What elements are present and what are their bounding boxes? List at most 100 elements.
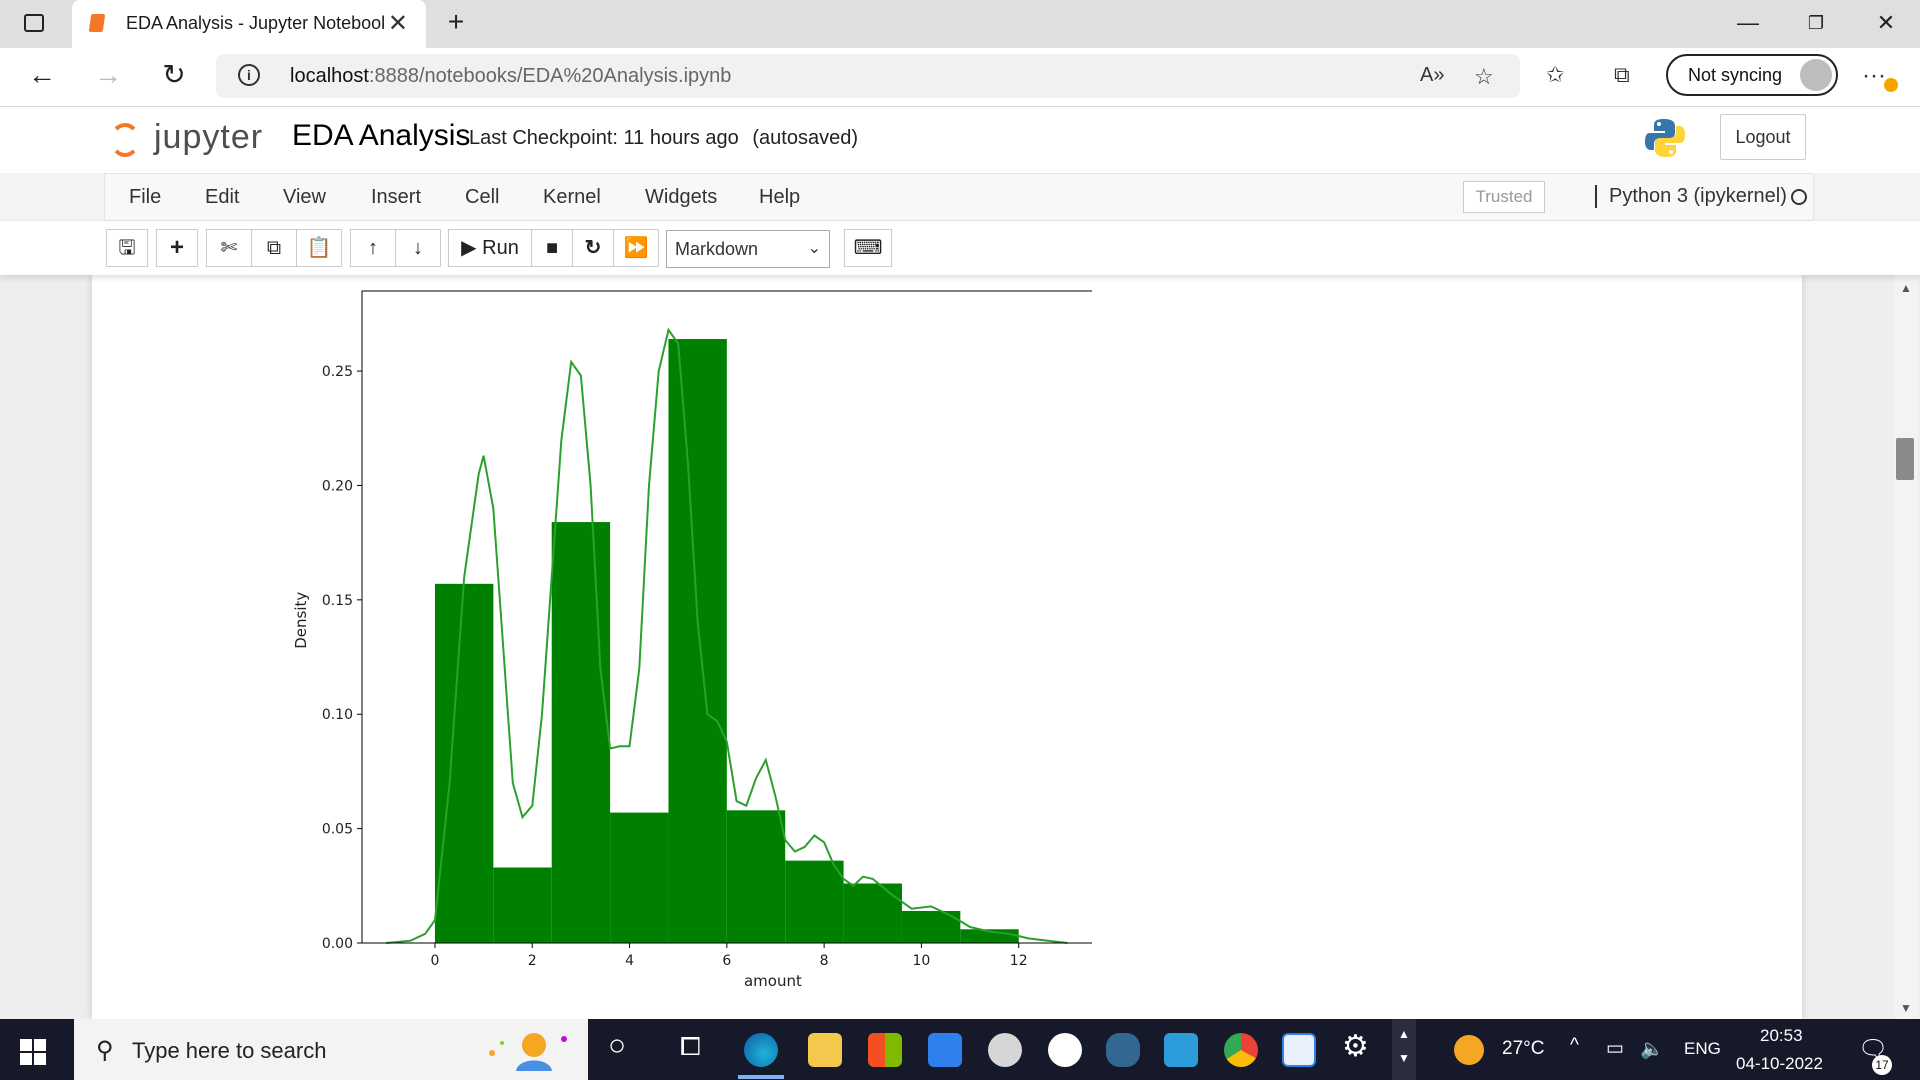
move-up-button[interactable]: ↑ [350,229,396,267]
url-host: localhost [290,65,369,87]
clock-time[interactable]: 20:53 [1760,1026,1803,1046]
taskbar-overflow-icon[interactable]: ▲ ▼ [1392,1019,1416,1080]
menu-widgets[interactable]: Widgets [645,186,717,209]
file-explorer-icon[interactable] [808,1033,842,1067]
cut-button[interactable]: ✄ [206,229,252,267]
page-scrollbar[interactable]: ▲ ▼ [1894,275,1918,1019]
url-field[interactable]: i localhost:8888/notebooks/EDA%20Analysi… [216,54,1520,98]
clock-date[interactable]: 04-10-2022 [1736,1054,1823,1074]
add-favorite-icon[interactable]: ☆ [1474,64,1494,90]
mail-icon[interactable] [928,1033,962,1067]
histogram-bar-0 [434,583,494,943]
sync-button[interactable]: Not syncing [1666,54,1838,96]
copy-button[interactable]: ⧉ [251,229,297,267]
back-icon[interactable]: ← [22,60,62,90]
collections-icon[interactable]: ⧉ [1614,62,1630,88]
restore-icon[interactable]: ❐ [1796,13,1836,34]
minimize-icon[interactable]: — [1728,10,1768,36]
kernel-name[interactable]: Python 3 (ipykernel) [1595,185,1787,208]
app-icon[interactable] [988,1033,1022,1067]
plus-icon: + [169,234,184,261]
restart-button[interactable]: ↻ [572,229,614,267]
info-icon[interactable]: i [238,64,260,86]
menu-insert[interactable]: Insert [371,186,421,209]
browser-tab[interactable]: EDA Analysis - Jupyter Notebook ✕ [72,0,426,48]
scrollbar-thumb[interactable] [1896,438,1914,480]
run-label: Run [482,237,519,259]
tab-actions-icon[interactable] [24,14,44,32]
restart-run-all-button[interactable]: ⏩ [613,229,659,267]
menu-file[interactable]: File [129,186,161,209]
task-view-icon[interactable]: ⧠ [680,1031,701,1063]
tableau-icon[interactable] [1282,1033,1316,1067]
battery-icon[interactable]: ▭ [1606,1037,1624,1060]
menu-kernel[interactable]: Kernel [543,186,601,209]
x-tick-label: 0 [431,953,440,969]
notification-count: 17 [1872,1055,1892,1075]
histogram-bar-7 [843,883,902,943]
histogram-bar-4 [668,339,727,943]
x-tick-label: 2 [528,953,537,969]
save-icon: 🖫 [118,237,136,259]
histogram-bar-5 [726,810,786,943]
photos-icon[interactable] [1164,1033,1198,1067]
x-tick-label: 8 [820,953,829,969]
menu-help[interactable]: Help [759,186,800,209]
slack-icon[interactable] [1048,1033,1082,1067]
copy-icon: ⧉ [266,237,282,259]
refresh-icon[interactable]: ↻ [154,60,194,90]
windows-start-icon[interactable] [20,1039,46,1065]
notebook-menubar: File Edit View Insert Cell Kernel Widget… [104,173,1814,221]
notebook-favicon-icon [88,14,106,32]
language-indicator[interactable]: ENG [1684,1039,1721,1059]
trusted-indicator[interactable]: Trusted [1463,181,1545,213]
scissors-icon: ✄ [220,237,238,259]
paste-button[interactable]: 📋 [296,229,342,267]
logout-button[interactable]: Logout [1720,114,1806,160]
close-tab-icon[interactable]: ✕ [388,9,408,38]
weather-temp[interactable]: 27°C [1502,1038,1544,1060]
move-down-button[interactable]: ↓ [395,229,441,267]
command-palette-button[interactable]: ⌨ [844,229,892,267]
taskbar-search-box[interactable]: ⚲ Type here to search [74,1019,588,1080]
restart-icon: ↻ [584,237,602,259]
y-tick-label: 0.15 [322,593,353,609]
read-aloud-icon[interactable]: A» [1420,64,1444,87]
forward-icon[interactable]: → [88,60,128,90]
menu-cell[interactable]: Cell [465,186,499,209]
cortana-icon[interactable]: ○ [608,1029,626,1063]
checkpoint-text: Last Checkpoint: 11 hours ago [469,127,739,149]
run-button[interactable]: ▶ Run [448,229,532,267]
scroll-up-icon[interactable]: ▲ [1900,281,1912,295]
keyboard-icon: ⌨ [853,237,883,259]
settings-icon[interactable]: ⚙ [1342,1029,1369,1064]
arrow-down-icon: ↓ [413,237,423,259]
arrow-up-icon: ↑ [368,237,378,259]
weather-icon[interactable] [1454,1035,1484,1065]
volume-icon[interactable]: 🔈 [1640,1037,1664,1061]
cell-type-select[interactable]: Markdown ⌄ [666,230,830,268]
show-hidden-icons-icon[interactable]: ^ [1570,1035,1579,1057]
new-tab-icon[interactable]: + [436,6,476,38]
interrupt-button[interactable]: ■ [531,229,573,267]
taskbar: ⚲ Type here to search ○ ⧠ ⚙ ▲ ▼ 27°C ^ ▭… [0,1019,1920,1080]
menu-view[interactable]: View [283,186,326,209]
save-button[interactable]: 🖫 [106,229,148,267]
favorites-icon[interactable]: ✩ [1546,62,1564,88]
store-icon[interactable] [868,1033,902,1067]
y-tick-label: 0.05 [322,822,353,838]
chrome-icon[interactable] [1224,1033,1258,1067]
menu-edit[interactable]: Edit [205,186,239,209]
close-window-icon[interactable]: ✕ [1866,10,1906,36]
insert-cell-button[interactable]: + [156,229,198,267]
postgres-icon[interactable] [1106,1033,1140,1067]
scroll-down-icon[interactable]: ▼ [1900,1001,1912,1015]
edge-icon[interactable] [744,1033,778,1067]
search-highlight-icon [489,1033,567,1071]
notebook-name[interactable]: EDA Analysis [292,119,470,153]
fast-forward-icon: ⏩ [623,237,649,259]
jupyter-logo-icon [110,123,140,157]
more-icon[interactable]: ··· [1862,62,1886,90]
autosaved-text: (autosaved) [752,127,858,149]
python-logo-icon [1645,119,1685,157]
